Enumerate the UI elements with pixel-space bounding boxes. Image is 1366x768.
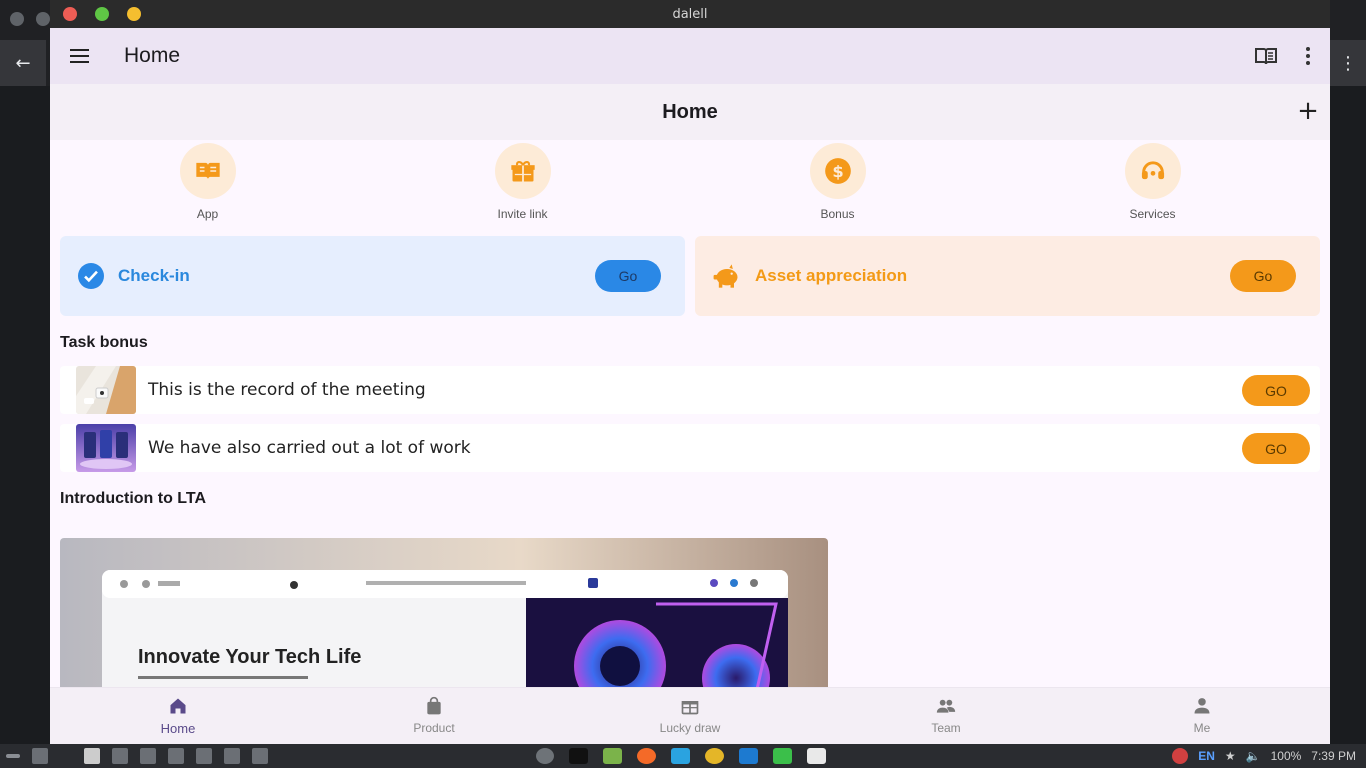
background-panel-right	[1330, 86, 1366, 744]
nav-item-lucky-draw[interactable]: Lucky draw	[562, 688, 818, 744]
bluetooth-icon[interactable]	[168, 748, 184, 764]
task-thumbnail	[76, 366, 136, 414]
nav-item-me[interactable]: Me	[1074, 688, 1330, 744]
svg-text:$: $	[832, 162, 843, 181]
task-go-button[interactable]: GO	[1242, 433, 1310, 464]
browser-more-icon[interactable]: ⋮	[1330, 40, 1366, 86]
clock-icon[interactable]	[1172, 748, 1189, 764]
nav-label: Me	[1193, 721, 1211, 735]
window-titlebar: dalell	[50, 0, 1330, 28]
nav-label: Home	[160, 721, 196, 736]
screen-icon[interactable]	[224, 748, 240, 764]
nav-item-home[interactable]: Home	[50, 688, 306, 744]
gift-icon	[681, 701, 699, 715]
chrome-icon[interactable]	[705, 748, 724, 764]
window-title: dalell	[672, 6, 708, 22]
check-icon	[78, 263, 104, 289]
window-controls	[63, 7, 141, 21]
person-icon	[1194, 698, 1210, 714]
volume-icon[interactable]: 🔈	[1246, 749, 1261, 763]
nav-label: Lucky draw	[659, 721, 721, 735]
list-item[interactable]: This is the record of the meeting GO	[60, 366, 1320, 414]
background-window-controls	[10, 12, 50, 26]
nav-item-team[interactable]: Team	[818, 688, 1074, 744]
quick-action-services[interactable]: Services	[995, 140, 1310, 236]
main-content: App Invite link $ Bonus Services Check-i…	[50, 140, 1330, 687]
shield-icon[interactable]	[196, 748, 212, 764]
desktop-icon[interactable]	[32, 748, 48, 764]
quick-action-app[interactable]: App	[50, 140, 365, 236]
asset-appreciation-label: Asset appreciation	[755, 266, 908, 285]
apps-menu-icon[interactable]	[6, 754, 20, 758]
task-text: We have also carried out a lot of work	[148, 438, 471, 458]
asset-go-button[interactable]: Go	[1230, 260, 1296, 292]
firefox-icon[interactable]	[637, 748, 656, 764]
quick-action-label: Services	[1129, 207, 1176, 221]
nav-item-product[interactable]: Product	[306, 688, 562, 744]
app-bar: Home	[50, 28, 1330, 84]
telegram-icon[interactable]	[671, 748, 690, 764]
nav-label: Team	[931, 721, 961, 735]
banner-headline: Innovate Your Tech Life	[138, 646, 362, 668]
accessibility-icon[interactable]	[112, 748, 128, 764]
feature-cards: Check-in Go Asset appreciation Go	[50, 236, 1330, 316]
background-panel-left	[0, 86, 50, 744]
intro-title: Introduction to LTA	[60, 490, 207, 507]
quick-actions: App Invite link $ Bonus Services	[50, 140, 1330, 236]
star-icon[interactable]: ★	[1225, 749, 1236, 763]
nav-label: Product	[413, 721, 455, 735]
headset-icon	[1124, 143, 1181, 199]
gift-icon	[494, 143, 551, 199]
camera-icon[interactable]	[140, 748, 156, 764]
wifi-icon[interactable]	[252, 748, 268, 764]
bag-icon	[427, 696, 441, 715]
section-header-title: Home	[662, 100, 718, 123]
keyboard-language[interactable]: EN	[1198, 749, 1215, 763]
vscode-icon[interactable]	[739, 748, 758, 764]
checkin-card[interactable]: Check-in Go	[60, 236, 685, 316]
dollar-icon: $	[809, 143, 866, 199]
quick-action-label: Bonus	[820, 207, 855, 221]
app-window: dalell Home Home + App Invite link $ Bon…	[50, 0, 1330, 744]
bottom-navigation: Home Product Lucky draw Team Me	[50, 687, 1330, 744]
home-icon	[170, 698, 186, 714]
quick-action-label: Invite link	[497, 207, 548, 221]
piggy-bank-icon	[713, 264, 738, 288]
task-bonus-title: Task bonus	[60, 334, 148, 351]
task-thumbnail	[76, 424, 136, 472]
list-item[interactable]: We have also carried out a lot of work G…	[60, 424, 1320, 472]
book-icon	[179, 143, 236, 199]
book-icon[interactable]	[1254, 44, 1278, 68]
minimize-window-button[interactable]	[127, 7, 141, 21]
quick-action-bonus[interactable]: $ Bonus	[680, 140, 995, 236]
team-icon	[936, 699, 956, 713]
vpn-shield-icon[interactable]	[773, 748, 792, 764]
more-options-icon[interactable]	[1296, 44, 1320, 68]
mint-menu-icon[interactable]	[536, 748, 554, 764]
maximize-window-button[interactable]	[95, 7, 109, 21]
battery-level[interactable]: 100%	[1271, 749, 1302, 763]
task-go-button[interactable]: GO	[1242, 375, 1310, 406]
close-window-button[interactable]	[63, 7, 77, 21]
asset-appreciation-card[interactable]: Asset appreciation Go	[695, 236, 1320, 316]
os-taskbar: EN ★ 🔈 100% 7:39 PM	[0, 744, 1366, 768]
page-title: Home	[124, 44, 181, 67]
add-button[interactable]: +	[1296, 98, 1320, 124]
terminal-icon[interactable]	[569, 748, 588, 764]
checkin-label: Check-in	[118, 266, 190, 285]
quick-action-invite-link[interactable]: Invite link	[365, 140, 680, 236]
intro-banner-image[interactable]: Innovate Your Tech Life	[60, 538, 828, 687]
sub-header: Home +	[50, 84, 1330, 140]
quick-action-label: App	[196, 207, 219, 221]
menu-icon[interactable]	[68, 44, 92, 68]
task-text: This is the record of the meeting	[148, 380, 426, 400]
folder-icon[interactable]	[603, 748, 622, 764]
clock-time[interactable]: 7:39 PM	[1311, 749, 1356, 763]
settings-icon[interactable]	[807, 748, 826, 764]
warning-icon[interactable]	[84, 748, 100, 764]
taskbar-apps	[536, 748, 826, 764]
task-list: This is the record of the meeting GO We …	[50, 366, 1330, 472]
checkin-go-button[interactable]: Go	[595, 260, 661, 292]
browser-back-icon[interactable]: ←	[0, 40, 46, 86]
